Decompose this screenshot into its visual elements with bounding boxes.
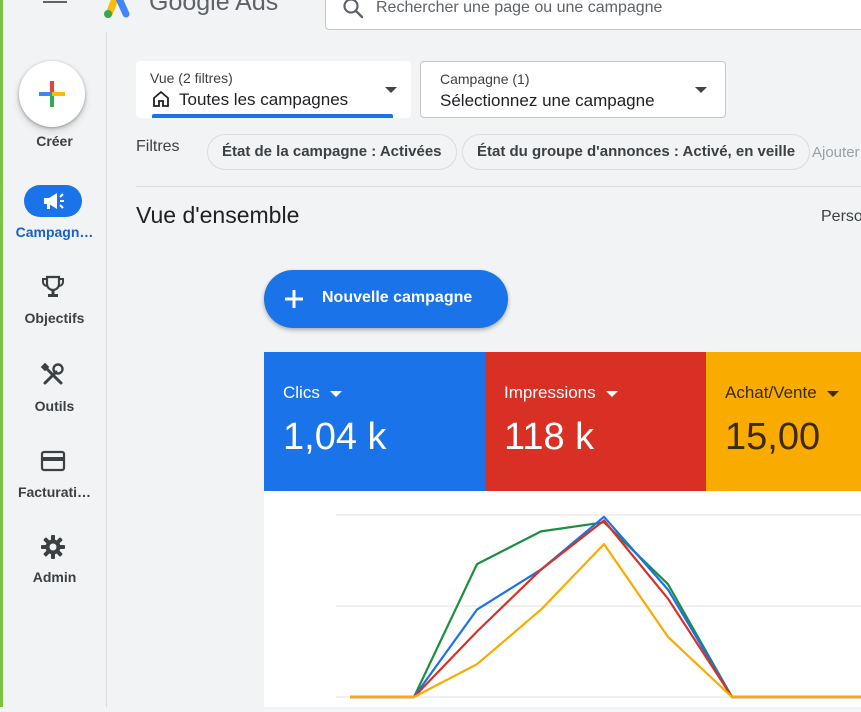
search-icon xyxy=(343,0,364,19)
credit-card-icon xyxy=(40,450,66,472)
metric-value: 118 k xyxy=(504,416,595,458)
divider xyxy=(136,186,861,187)
chevron-down-icon xyxy=(385,87,397,93)
series-line-0 xyxy=(350,521,861,699)
sidebar-item-goals[interactable]: Objectifs xyxy=(3,272,106,342)
view-selector[interactable]: Vue (2 filtres) Toutes les campagnes xyxy=(136,61,411,118)
campaign-value: Sélectionnez une campagne xyxy=(440,91,655,110)
metric-clicks[interactable]: Clics 1,04 k xyxy=(264,352,485,491)
chevron-down-icon xyxy=(329,390,342,397)
chevron-down-icon xyxy=(695,87,707,93)
filter-chip-adgroup-status[interactable]: État du groupe d'annonces : Activé, en v… xyxy=(462,134,811,170)
metric-impressions[interactable]: Impressions 118 k xyxy=(485,352,706,491)
sidebar-item-label: Objectifs xyxy=(24,310,85,326)
gear-icon xyxy=(41,535,65,559)
create-button[interactable] xyxy=(19,61,85,127)
metric-value: 15,00 xyxy=(725,416,821,458)
new-campaign-button[interactable]: Nouvelle campagne xyxy=(264,270,508,328)
sidebar-item-billing[interactable]: Facturati… xyxy=(3,446,106,516)
tools-icon xyxy=(40,362,64,385)
sidebar-item-label: Facturati… xyxy=(17,484,92,500)
sidebar-item-tools[interactable]: Outils xyxy=(3,360,106,430)
brand-name: Google Ads xyxy=(149,0,279,16)
plus-icon xyxy=(285,290,303,308)
top-bar: Google Ads Rechercher une page ou une ca… xyxy=(3,0,861,32)
metric-label: Achat/Vente xyxy=(725,383,839,403)
plus-icon xyxy=(39,81,65,107)
sidebar-item-campaigns[interactable]: Campagn… xyxy=(3,184,106,254)
megaphone-icon xyxy=(44,193,64,209)
campaign-selector[interactable]: Campagne (1) Sélectionnez une campagne xyxy=(420,61,726,118)
search-input[interactable]: Rechercher une page ou une campagne xyxy=(376,0,662,17)
add-filter-link[interactable]: Ajouter xyxy=(812,144,860,161)
line-chart xyxy=(336,514,861,699)
sidebar-item-admin[interactable]: Admin xyxy=(3,532,106,602)
view-selector-underline xyxy=(152,114,393,118)
metric-value: 1,04 k xyxy=(283,416,387,458)
metric-label: Impressions xyxy=(504,383,618,403)
view-value: Toutes les campagnes xyxy=(179,90,349,109)
performance-chart xyxy=(264,491,861,707)
filter-chip-campaign-status[interactable]: État de la campagne : Activées xyxy=(207,134,457,170)
search-box[interactable]: Rechercher une page ou une campagne xyxy=(325,0,861,30)
new-campaign-label: Nouvelle campagne xyxy=(322,289,473,306)
sidebar-item-label: Campagn… xyxy=(15,224,94,240)
sidebar-item-label: Outils xyxy=(34,398,75,414)
create-label: Créer xyxy=(36,133,73,149)
home-icon xyxy=(153,90,169,107)
metric-purchase[interactable]: Achat/Vente 15,00 xyxy=(706,352,861,491)
sidebar: Créer Campagn… Objectifs Outils Facturat… xyxy=(3,32,107,707)
google-ads-logo xyxy=(104,0,130,18)
customize-link[interactable]: Perso xyxy=(821,208,861,226)
chevron-down-icon xyxy=(826,390,839,397)
series-line-3 xyxy=(350,542,861,699)
filters-label: Filtres xyxy=(136,138,180,155)
menu-icon[interactable] xyxy=(43,0,67,10)
trophy-icon xyxy=(42,275,64,297)
campaign-caption: Campagne (1) xyxy=(440,71,530,87)
page-title: Vue d'ensemble xyxy=(136,202,300,228)
view-caption: Vue (2 filtres) xyxy=(150,70,233,86)
sidebar-item-label: Admin xyxy=(32,569,77,585)
metric-label: Clics xyxy=(283,383,342,403)
chevron-down-icon xyxy=(605,390,618,397)
